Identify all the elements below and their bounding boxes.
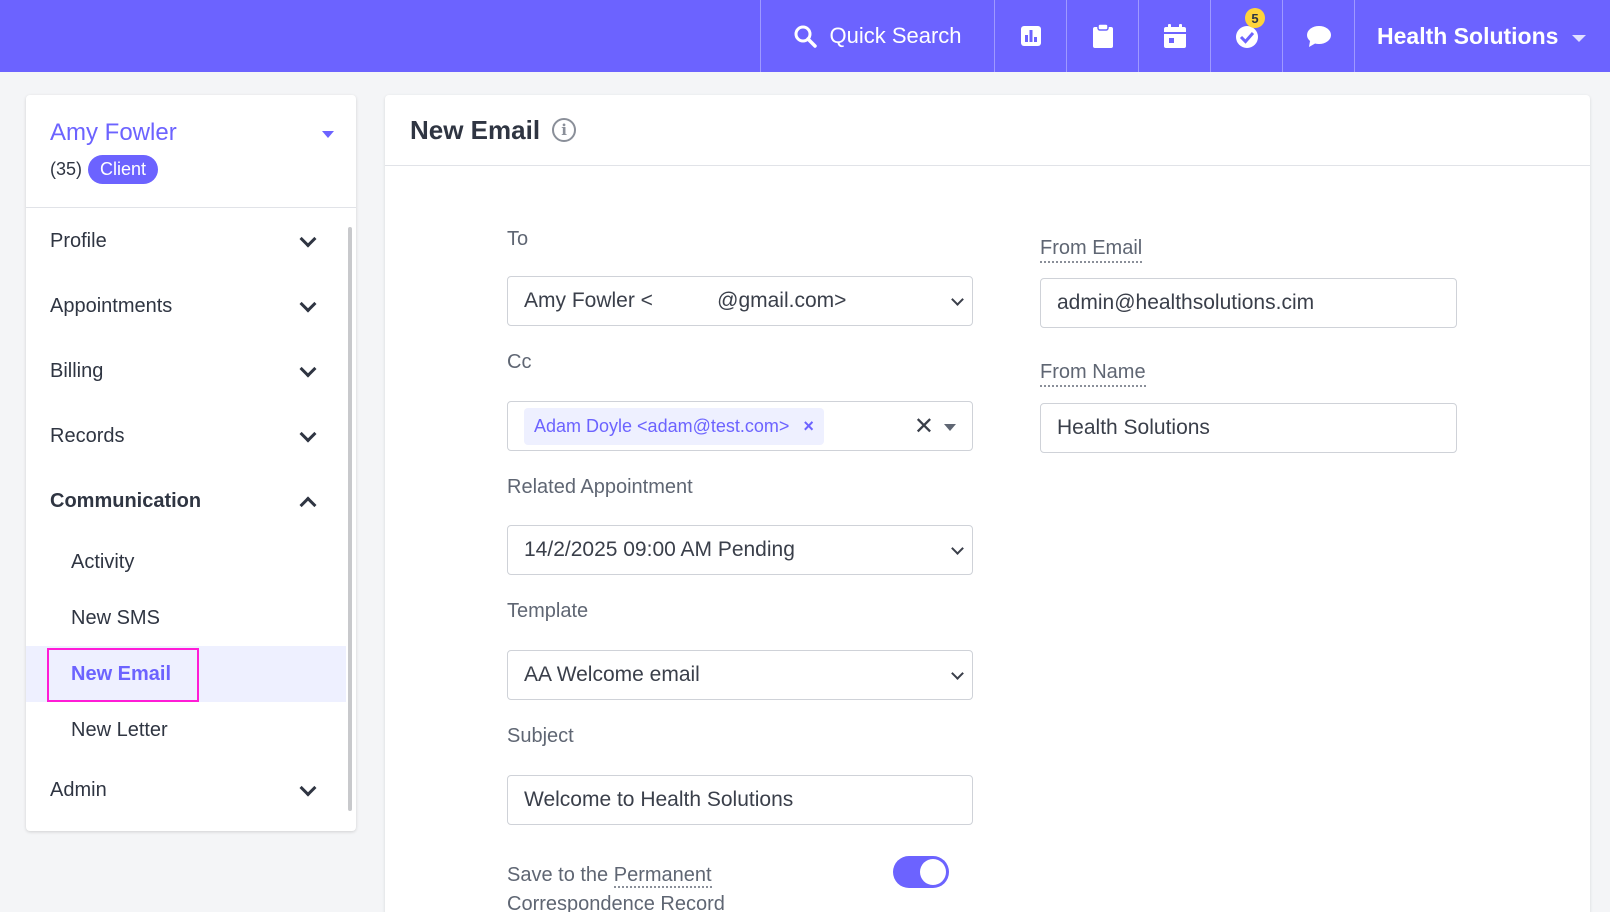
sidebar-subitem-activity[interactable]: Activity [26,534,346,590]
cc-recipient-tag: Adam Doyle <adam@test.com> × [524,407,824,445]
search-icon [794,25,818,48]
sidebar-subitem-new-letter[interactable]: New Letter [26,702,346,758]
sidebar-item-label: Communication [50,490,202,512]
save-label-line2: Correspondence Record [507,893,725,912]
to-label: To [507,228,529,250]
caret-down-icon[interactable] [944,424,956,431]
sidebar-item-label: Records [50,425,125,447]
client-sidebar: Amy Fowler (35) Client Profile Appointme… [26,95,356,831]
sidebar-item-records[interactable]: Records [26,404,346,469]
to-select[interactable]: Amy Fowler < @gmail.com> [507,276,973,326]
subject-label: Subject [507,725,574,747]
organization-menu[interactable]: Health Solutions [1354,0,1610,72]
chevron-down-icon [299,360,317,377]
remove-tag-icon[interactable]: × [803,416,814,437]
subject-value: Welcome to Health Solutions [524,788,794,811]
organization-name: Health Solutions [1377,22,1559,49]
cc-label: Cc [507,351,532,373]
caret-down-icon [1572,34,1587,42]
chevron-down-icon [299,230,317,247]
sidebar-scrollbar-thumb[interactable] [348,227,352,811]
sidebar-subitem-new-email[interactable]: New Email [26,646,346,702]
sidebar-subitem-new-sms[interactable]: New SMS [26,590,346,646]
chevron-down-icon [299,425,317,442]
panel-header: New Email i [385,95,1590,166]
related-appointment-label: Related Appointment [507,476,693,498]
chevron-up-icon [299,496,317,513]
template-select[interactable]: AA Welcome email [507,650,973,700]
sidebar-item-label: Appointments [50,295,173,317]
permanent-record-link[interactable]: Permanent [613,864,712,888]
chevron-down-icon [951,667,964,680]
page-title: New Email [410,114,541,145]
from-email-value: admin@healthsolutions.cim [1057,291,1315,314]
from-email-label: From Email [1040,237,1143,263]
calendar-button[interactable] [1138,0,1210,72]
sidebar-item-billing[interactable]: Billing [26,339,346,404]
related-appointment-select[interactable]: 14/2/2025 09:00 AM Pending [507,525,973,575]
chevron-down-icon [951,542,964,555]
sidebar-item-communication[interactable]: Communication [26,469,346,534]
template-value: AA Welcome email [524,663,700,686]
chat-icon [1306,26,1331,47]
template-label: Template [507,600,589,622]
from-name-value: Health Solutions [1057,416,1210,439]
sidebar-item-label: Profile [50,230,107,252]
notifications-button[interactable]: 5 [1210,0,1282,72]
save-label-prefix: Save to the [507,864,609,886]
client-name-link[interactable]: Amy Fowler [50,119,332,147]
sidebar-scrollbar[interactable] [346,217,354,821]
cc-multiselect[interactable]: Adam Doyle <adam@test.com> × ✕ [507,401,973,451]
clipboard-icon [1092,23,1113,48]
clear-icon[interactable]: ✕ [914,412,934,441]
from-email-input[interactable]: admin@healthsolutions.cim [1040,278,1457,328]
quick-search-button[interactable]: Quick Search [760,0,994,72]
sidebar-item-label: Admin [50,779,107,801]
info-icon[interactable]: i [552,118,577,142]
client-age: (35) [50,159,83,179]
related-appointment-value: 14/2/2025 09:00 AM Pending [524,538,795,561]
sidebar-item-label: Billing [50,360,104,382]
client-type-badge: Client [88,155,159,184]
from-name-input[interactable]: Health Solutions [1040,403,1457,453]
subject-input[interactable]: Welcome to Health Solutions [507,775,973,825]
selection-highlight [47,648,199,702]
sidebar-item-profile[interactable]: Profile [26,209,346,274]
reports-button[interactable] [994,0,1066,72]
chevron-down-icon [299,779,317,796]
sidebar-nav: Profile Appointments Billing Records Com… [26,209,346,823]
save-record-toggle[interactable] [893,856,949,888]
save-to-record-label: Save to the Permanent Correspondence Rec… [507,861,767,912]
to-value: Amy Fowler < @gmail.com> [524,289,847,312]
calendar-icon [1163,24,1186,48]
sidebar-item-appointments[interactable]: Appointments [26,274,346,339]
tasks-clipboard-button[interactable] [1066,0,1138,72]
chevron-down-icon [951,293,964,306]
messages-button[interactable] [1282,0,1354,72]
notification-count-badge: 5 [1245,8,1265,28]
top-bar: Quick Search 5 Health Solutions [0,0,1610,72]
from-name-label: From Name [1040,361,1146,387]
caret-down-icon[interactable] [322,131,334,138]
sidebar-item-admin[interactable]: Admin [26,758,346,823]
toggle-knob [920,859,946,885]
cc-recipient-label: Adam Doyle <adam@test.com> [534,415,790,436]
quick-search-label: Quick Search [829,23,962,48]
chart-icon [1020,26,1041,46]
chevron-down-icon [299,295,317,312]
client-header: Amy Fowler (35) Client [26,95,356,208]
new-email-panel: New Email i To Amy Fowler < @gmail.com> … [385,95,1590,912]
client-meta: (35) Client [50,155,332,184]
